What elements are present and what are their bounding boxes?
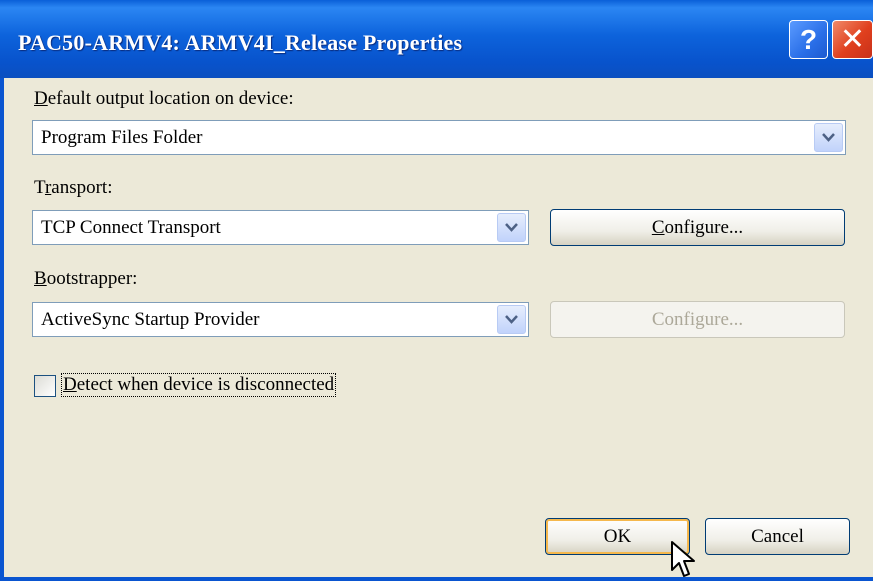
help-icon: ?: [799, 23, 818, 55]
output-location-select[interactable]: Program Files Folder: [32, 120, 846, 155]
help-button[interactable]: ?: [789, 20, 828, 59]
mouse-pointer-icon: [671, 541, 695, 577]
ok-button[interactable]: OK: [545, 518, 690, 555]
title-bar[interactable]: PAC50-ARMV4: ARMV4I_Release Properties ?…: [0, 0, 873, 78]
chevron-down-icon[interactable]: [814, 123, 843, 152]
transport-configure-button[interactable]: Configure...: [550, 209, 845, 246]
detect-disconnect-checkbox[interactable]: [34, 375, 56, 397]
window-title: PAC50-ARMV4: ARMV4I_Release Properties: [18, 30, 463, 55]
transport-label: Transport:: [34, 177, 113, 198]
transport-value: TCP Connect Transport: [41, 217, 221, 238]
transport-select[interactable]: TCP Connect Transport: [32, 210, 529, 245]
window-frame-left: [0, 78, 4, 581]
chevron-down-icon[interactable]: [497, 305, 526, 334]
output-location-value: Program Files Folder: [41, 127, 203, 148]
detect-disconnect-label[interactable]: Detect when device is disconnected: [61, 373, 337, 397]
properties-dialog: PAC50-ARMV4: ARMV4I_Release Properties ?…: [0, 0, 873, 581]
bootstrapper-value: ActiveSync Startup Provider: [41, 309, 260, 330]
close-icon: ✕: [839, 23, 866, 56]
bootstrapper-label: Bootstrapper:: [34, 268, 138, 289]
window-frame-bottom: [0, 577, 873, 581]
chevron-down-icon[interactable]: [497, 213, 526, 242]
bootstrapper-configure-button: Configure...: [550, 301, 845, 338]
cancel-button[interactable]: Cancel: [705, 518, 850, 555]
close-button[interactable]: ✕: [832, 20, 873, 59]
bootstrapper-select[interactable]: ActiveSync Startup Provider: [32, 302, 529, 337]
output-location-label: Default output location on device:: [34, 88, 294, 109]
